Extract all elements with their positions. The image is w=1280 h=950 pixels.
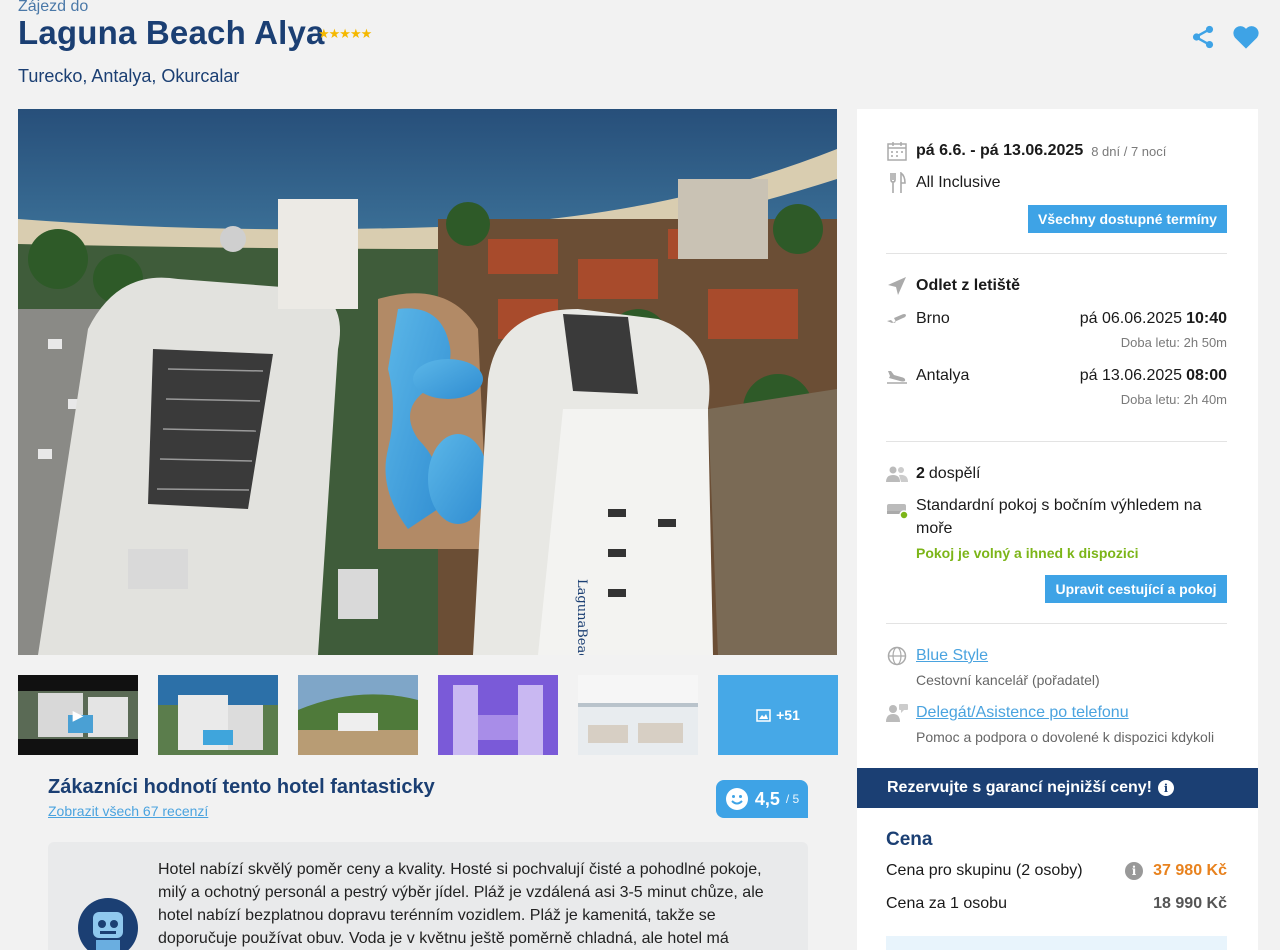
price-card: Cena Cena pro skupinu (2 osoby) i 37 980… (857, 808, 1258, 950)
rating-max: / 5 (785, 792, 800, 806)
rating-score: 4,5 (754, 788, 780, 809)
divider (886, 253, 1227, 254)
delegate-link[interactable]: Delegát/Asistence po telefonu (916, 704, 1129, 722)
person-price: 18 990 Kč (1153, 895, 1227, 912)
rating-badge: 4,5 / 5 (716, 780, 808, 818)
lowest-price-banner: Rezervujte s garancí nejnižší ceny! i (857, 768, 1258, 808)
hotel-main-photo[interactable]: LagunaBeachAlya (18, 109, 837, 655)
all-dates-button[interactable]: Všechny dostupné termíny (1028, 205, 1227, 233)
share-button[interactable] (1188, 22, 1218, 52)
flight-time: 08:00 (1186, 367, 1227, 384)
heart-icon (1233, 26, 1259, 49)
adults-count: 2 (916, 465, 925, 482)
smiley-icon (725, 788, 748, 810)
thumbnail-video[interactable]: ▶ (18, 675, 138, 755)
review-heading: Zákazníci hodnotí tento hotel fantastick… (48, 776, 435, 798)
agency-description: Cestovní kancelář (pořadatel) (916, 672, 1100, 688)
group-price-label: Cena pro skupinu (2 osoby) (886, 862, 1083, 879)
divider (886, 441, 1227, 442)
trip-dates: pá 6.6. - pá 13.06.2025 (916, 142, 1084, 159)
play-icon: ▶ (72, 707, 84, 723)
board-type: All Inclusive (916, 174, 1001, 191)
svg-text:LagunaBeachAlya: LagunaBeachAlya (574, 579, 589, 655)
room-availability: Pokoj je volný a ihned k dispozici (916, 545, 1139, 561)
hotel-location: Turecko, Antalya, Okurcalar (18, 66, 240, 86)
thumbnail-photo[interactable] (158, 675, 278, 755)
flight-duration: Doba letu: 2h 40m (1120, 392, 1227, 407)
star-rating: ★★★★★ (318, 26, 372, 41)
adults-label: dospělí (928, 465, 981, 482)
all-reviews-link[interactable]: Zobrazit všech 67 recenzí (48, 803, 208, 819)
edit-travellers-button[interactable]: Upravit cestující a pokoj (1045, 575, 1227, 603)
info-icon[interactable]: i (1158, 780, 1174, 796)
agency-link[interactable]: Blue Style (916, 647, 988, 665)
info-icon[interactable]: i (1125, 862, 1143, 880)
flight-time: 10:40 (1186, 310, 1227, 327)
plane-takeoff-icon (886, 308, 908, 330)
more-photos-count: +51 (776, 707, 800, 723)
page-title: Laguna Beach Alya (18, 14, 325, 51)
people-icon (886, 463, 908, 485)
globe-icon (886, 645, 908, 667)
share-icon (1192, 25, 1214, 49)
person-price-label: Cena za 1 osobu (886, 895, 1007, 912)
price-heading: Cena (886, 829, 933, 850)
flight-airport: Antalya (916, 367, 970, 384)
robot-icon (93, 912, 123, 950)
plane-landing-icon (886, 365, 908, 387)
gallery-icon (756, 708, 771, 722)
delegate-description: Pomoc a podpora o dovolené k dispozici k… (916, 729, 1215, 745)
thumbnail-photo[interactable] (298, 675, 418, 755)
photo-thumbnails: ▶ +51 (18, 675, 840, 755)
divider (886, 623, 1227, 624)
thumbnail-more[interactable]: +51 (718, 675, 838, 755)
thumbnail-photo[interactable] (438, 675, 558, 755)
favorite-button[interactable] (1231, 22, 1261, 52)
robot-avatar (78, 898, 138, 950)
support-agent-icon (886, 702, 908, 724)
booking-sidebar: pá 6.6. - pá 13.06.2025 8 dní / 7 nocí A… (857, 109, 1258, 769)
flight-date: pá 06.06.2025 (1079, 310, 1183, 327)
review-summary-text: Hotel nabízí skvělý poměr ceny a kvality… (158, 861, 764, 947)
bed-icon (886, 498, 909, 520)
flight-date: pá 13.06.2025 (1079, 367, 1183, 384)
plane-direction-icon (886, 275, 908, 297)
cutlery-icon (886, 172, 908, 194)
room-type: Standardní pokoj s bočním výhledem na mo… (916, 497, 1202, 537)
flight-airport: Brno (916, 310, 950, 327)
banner-text: Rezervujte s garancí nejnižší ceny! (887, 779, 1152, 796)
thumbnail-photo[interactable] (578, 675, 698, 755)
trip-duration: 8 dní / 7 nocí (1091, 143, 1167, 159)
group-price: 37 980 Kč (1153, 862, 1227, 879)
calendar-icon (886, 140, 908, 162)
price-note-box (886, 936, 1227, 950)
departure-heading: Odlet z letiště (916, 277, 1021, 294)
flight-duration: Doba letu: 2h 50m (1120, 335, 1227, 350)
